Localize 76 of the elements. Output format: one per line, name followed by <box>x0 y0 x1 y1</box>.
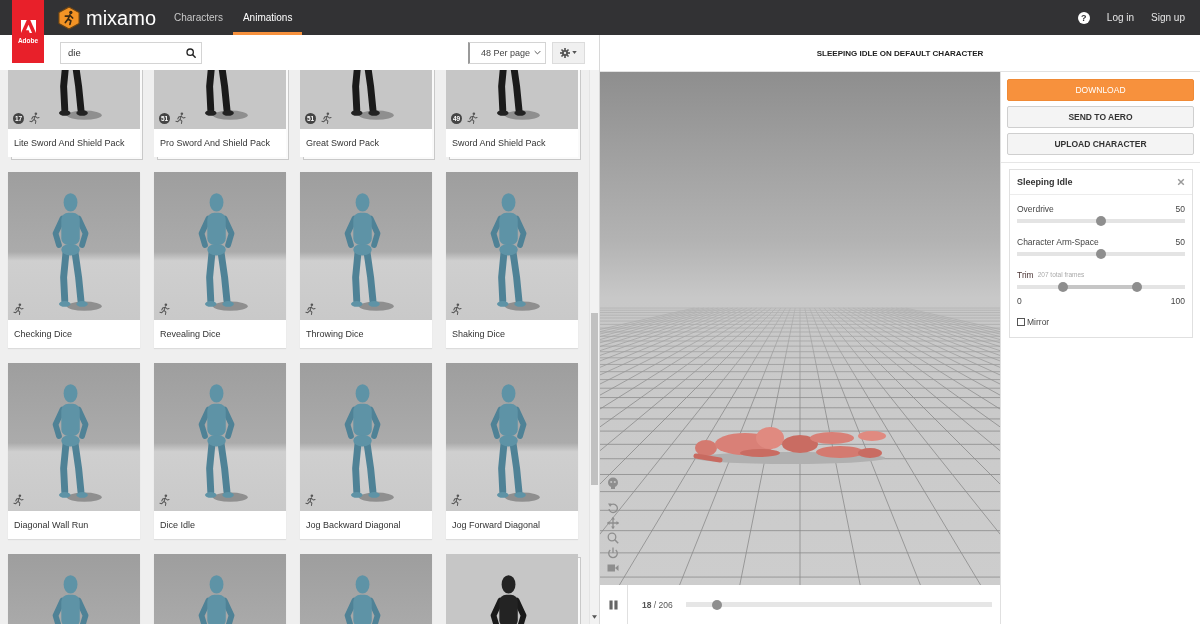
settings-button[interactable] <box>552 41 585 64</box>
head-icon[interactable] <box>607 477 619 489</box>
range-handle[interactable] <box>1058 282 1069 292</box>
card-title: Lite Sword And Shield Pack <box>8 129 140 157</box>
scroll-down-icon[interactable] <box>592 615 597 619</box>
card-title: Pro Sword And Shield Pack <box>154 129 286 157</box>
logo-text[interactable]: mixamo <box>86 5 156 30</box>
slider-label: Character Arm-Space <box>1017 236 1099 247</box>
mirror-label[interactable]: Mirror <box>1027 316 1050 327</box>
scrollbar[interactable] <box>589 70 599 624</box>
running-figure-icon <box>159 494 170 506</box>
animation-card[interactable]: Diagonal Wall Run <box>8 363 140 539</box>
caret-icon <box>572 51 577 54</box>
pause-icon[interactable] <box>609 599 618 610</box>
animation-card[interactable]: Throwing Dice <box>300 172 432 348</box>
running-figure-icon <box>29 112 40 124</box>
action-button[interactable]: SEND TO AERO <box>1007 106 1194 128</box>
search-icon[interactable] <box>186 47 196 58</box>
slider-thumb[interactable] <box>1096 216 1106 226</box>
nav-tab[interactable]: Characters <box>164 0 233 35</box>
running-figure-icon <box>467 112 478 124</box>
move-icon[interactable] <box>607 517 619 529</box>
running-figure-icon <box>451 494 462 506</box>
card-title: Jog Forward Diagonal <box>446 511 578 539</box>
header-link[interactable]: Sign up <box>1151 12 1185 23</box>
power-icon[interactable] <box>607 547 619 559</box>
slider-value: 50 <box>1175 203 1185 214</box>
viewer-title: SLEEPING IDLE ON DEFAULT CHARACTER <box>816 48 984 58</box>
running-figure-icon <box>13 303 24 315</box>
running-figure-icon <box>305 494 316 506</box>
range-max-label: 100 <box>1170 295 1185 306</box>
slider-value: 50 <box>1175 236 1185 247</box>
card-title: Revealing Dice <box>154 320 286 348</box>
panel-title: Sleeping Idle <box>1017 177 1073 187</box>
chevron-icon <box>534 50 541 55</box>
mirror-checkbox[interactable] <box>1017 317 1025 326</box>
animation-card[interactable]: Shaking Dice <box>446 172 578 348</box>
animation-card[interactable]: Checking Dice <box>8 172 140 348</box>
undo-icon[interactable] <box>607 502 619 514</box>
slider-label: Overdrive <box>1017 203 1054 214</box>
hexagon-logo-icon[interactable] <box>58 5 80 30</box>
animation-card[interactable]: Dice Idle <box>154 363 286 539</box>
logo-mark-icon <box>20 20 36 33</box>
camera-icon[interactable] <box>607 562 619 574</box>
card-title: Checking Dice <box>8 320 140 348</box>
card-title: Throwing Dice <box>300 320 432 348</box>
range-min-label: 0 <box>1017 295 1022 306</box>
running-figure-icon <box>175 112 186 124</box>
card-title: Dice Idle <box>154 511 286 539</box>
animation-card[interactable]: Jog Forward Diagonal <box>446 363 578 539</box>
timeline-thumb[interactable] <box>712 599 723 610</box>
header-link[interactable]: Log in <box>1106 12 1135 23</box>
card-title: Great Sword Pack <box>300 129 432 157</box>
running-figure-icon <box>13 494 24 506</box>
gear-icon <box>560 47 570 58</box>
running-figure-icon <box>451 303 462 315</box>
range-handle[interactable] <box>1132 282 1143 292</box>
viewport[interactable] <box>600 72 1000 585</box>
help-button[interactable]: ? <box>1077 11 1090 24</box>
frame-counter: 18 / 206 <box>642 599 673 610</box>
animation-card[interactable]: Revealing Dice <box>154 172 286 348</box>
card-title: Shaking Dice <box>446 320 578 348</box>
running-figure-icon <box>321 112 332 124</box>
close-icon[interactable] <box>1177 178 1185 186</box>
slider-label: Trim <box>1017 269 1034 280</box>
card-title: Sword And Shield Pack <box>446 129 578 157</box>
action-button[interactable]: UPLOAD CHARACTER <box>1007 133 1194 155</box>
running-figure-icon <box>159 303 170 315</box>
card-title: Diagonal Wall Run <box>8 511 140 539</box>
running-figure-icon <box>305 303 316 315</box>
per-page-select[interactable]: 48 Per page <box>468 41 546 64</box>
search-field[interactable]: die <box>60 41 202 64</box>
scrollbar-thumb[interactable] <box>591 313 598 485</box>
animation-card[interactable]: Jog Backward Diagonal <box>300 363 432 539</box>
card-title: Jog Backward Diagonal <box>300 511 432 539</box>
slider-thumb[interactable] <box>1096 249 1106 259</box>
